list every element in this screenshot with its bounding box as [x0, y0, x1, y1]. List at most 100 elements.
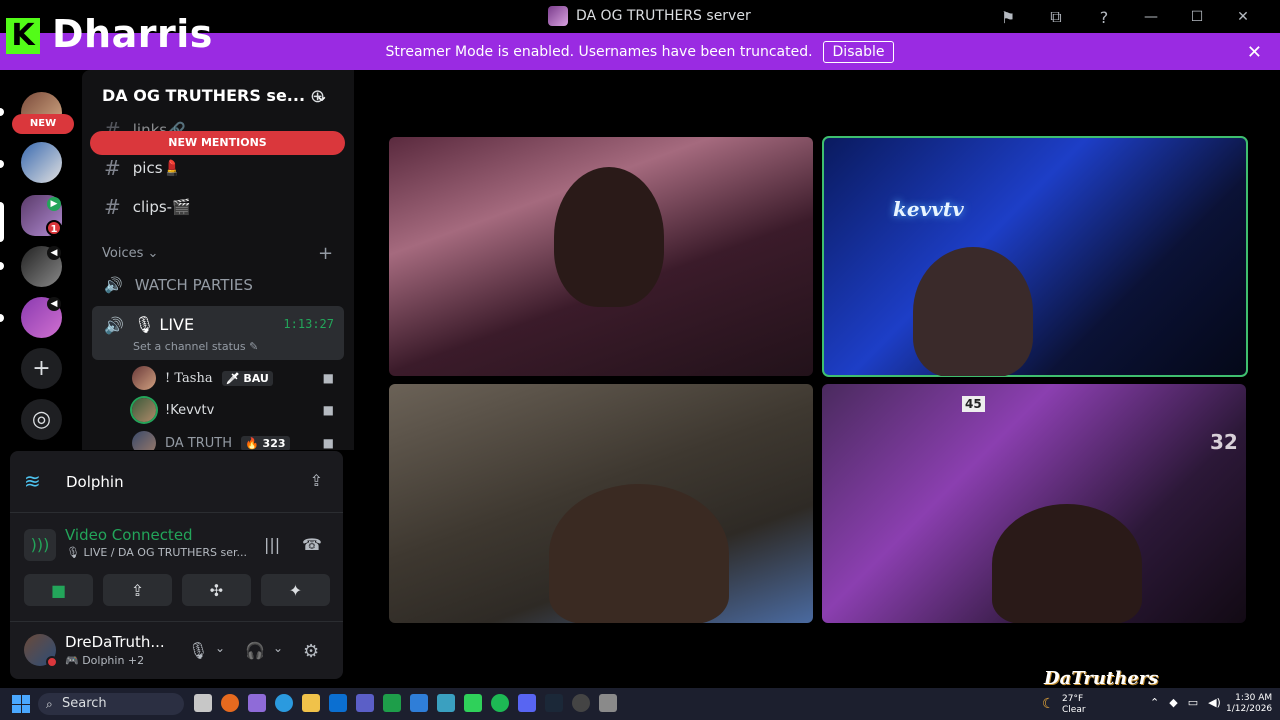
- discord-icon[interactable]: [518, 694, 536, 712]
- voice-channel-watch-parties[interactable]: 🔊 WATCH PARTIES: [104, 276, 253, 294]
- channel-sidebar: DA OG TRUTHERS se... ⌄ ⊕ # links🔗 NEW ME…: [82, 70, 354, 450]
- screen-share-icon[interactable]: ⧉: [1032, 5, 1080, 29]
- avatar-speaking: [132, 398, 156, 422]
- soundboard-button[interactable]: ✦: [261, 574, 330, 606]
- member-name: !Kevvtv: [165, 402, 215, 418]
- video-tile[interactable]: [389, 137, 813, 376]
- server-rail: NEW ▶ 1 ◀ ◀ + ◎: [0, 70, 82, 450]
- signal-strength-icon[interactable]: ))): [24, 529, 56, 561]
- help-icon[interactable]: ?: [1080, 5, 1128, 29]
- avatar: [132, 431, 156, 450]
- connection-status[interactable]: Video Connected: [65, 526, 193, 544]
- add-channel-icon[interactable]: +: [318, 243, 333, 264]
- settings-icon[interactable]: [599, 694, 617, 712]
- member-name: DA TRUTH: [165, 435, 233, 451]
- new-mentions-pill[interactable]: NEW MENTIONS: [90, 131, 345, 155]
- copilot-icon[interactable]: [248, 694, 266, 712]
- excel-icon[interactable]: [383, 694, 401, 712]
- voice-channel-live[interactable]: 🔊 🎙 LIVE 1:13:27 Set a channel status ✎: [92, 306, 344, 360]
- new-unreads-pill[interactable]: NEW: [12, 114, 74, 134]
- set-channel-status[interactable]: Set a channel status ✎: [133, 340, 258, 353]
- weather-temp: 27°F: [1062, 694, 1084, 704]
- teams-icon[interactable]: [356, 694, 374, 712]
- app-icon[interactable]: [464, 694, 482, 712]
- taskbar-apps: [194, 694, 617, 712]
- taskbar-search[interactable]: ⌕ Search: [38, 693, 184, 715]
- unread-pip: [0, 160, 4, 168]
- settings-gear-icon[interactable]: ⚙: [303, 641, 319, 662]
- noise-suppression-icon[interactable]: |||: [264, 535, 280, 554]
- inbox-flag-icon[interactable]: ⚑: [984, 5, 1032, 29]
- discover-compass-icon[interactable]: ◎: [21, 399, 62, 440]
- add-server-icon[interactable]: +: [21, 348, 62, 389]
- microphone-icon[interactable]: 🎙: [188, 641, 208, 660]
- minimize-button[interactable]: —: [1128, 5, 1174, 29]
- activity-row: ≋ Dolphin ⇪: [10, 451, 343, 513]
- participant-silhouette: [554, 167, 664, 307]
- firefox-icon[interactable]: [221, 694, 239, 712]
- speaker-icon: 🔊: [104, 276, 123, 294]
- video-tile[interactable]: [389, 384, 813, 623]
- connection-channel[interactable]: 🎙 LIVE / DA OG TRUTHERS ser...: [66, 546, 247, 559]
- disconnect-icon[interactable]: ☎: [302, 535, 322, 554]
- voice-member[interactable]: DA TRUTH 🔥 323 ■: [132, 431, 334, 450]
- discord-app: DA OG TRUTHERS server ⚑ ⧉ ? — ☐ ✕ K Dhar…: [0, 0, 1280, 689]
- video-tile-speaking[interactable]: kevvtv: [822, 136, 1248, 377]
- video-tile[interactable]: 45 32: [822, 384, 1246, 623]
- app-icon[interactable]: [410, 694, 428, 712]
- network-icon[interactable]: ▭: [1188, 696, 1198, 709]
- camera-icon: ■: [322, 371, 334, 385]
- dolphin-icon: ≋: [24, 469, 41, 493]
- disable-streamer-mode-button[interactable]: Disable: [822, 40, 895, 63]
- system-clock[interactable]: 1:30 AM 1/12/2026: [1226, 693, 1272, 715]
- unread-pip: [0, 108, 4, 116]
- volume-icon[interactable]: ◀): [1208, 696, 1221, 709]
- neon-sign-text: kevvtv: [893, 197, 964, 221]
- maximize-button[interactable]: ☐: [1174, 5, 1220, 29]
- channel-clips[interactable]: # clips-🎬: [104, 195, 191, 219]
- stream-activity-icon[interactable]: ⇪: [310, 471, 323, 490]
- weather-text: 27°F Clear: [1062, 694, 1086, 716]
- call-timer: 1:13:27: [283, 317, 334, 331]
- spotify-icon[interactable]: [491, 694, 509, 712]
- outlook-icon[interactable]: [329, 694, 347, 712]
- banner-close-icon[interactable]: ✕: [1247, 42, 1262, 63]
- wall-sign-text: 45: [962, 396, 985, 412]
- server-icon-2[interactable]: [21, 142, 62, 183]
- voice-member[interactable]: ! Tasha 🗡 BAU ■: [132, 366, 334, 390]
- chevron-down-icon[interactable]: ⌄: [273, 641, 283, 655]
- voices-category[interactable]: Voices ⌄: [102, 246, 158, 261]
- camera-toggle-button[interactable]: ■: [24, 574, 93, 606]
- username[interactable]: DreDaTruth...: [65, 633, 165, 651]
- server-header[interactable]: DA OG TRUTHERS se... ⌄: [102, 86, 328, 105]
- app-icon[interactable]: [437, 694, 455, 712]
- moon-weather-icon: ☾: [1042, 696, 1055, 712]
- file-explorer-icon[interactable]: [302, 694, 320, 712]
- server-icon: [548, 6, 568, 26]
- activities-button[interactable]: ✣: [182, 574, 251, 606]
- obs-icon[interactable]: [572, 694, 590, 712]
- share-screen-button[interactable]: ⇪: [103, 574, 172, 606]
- camera-icon: ■: [322, 436, 334, 450]
- windows-start-icon[interactable]: [12, 695, 30, 713]
- voice-member[interactable]: !Kevvtv ■: [132, 398, 334, 422]
- window-title: DA OG TRUTHERS server: [548, 6, 751, 26]
- steam-icon[interactable]: [545, 694, 563, 712]
- invite-people-icon[interactable]: ⊕: [310, 86, 325, 107]
- chevron-down-icon[interactable]: ⌄: [215, 641, 225, 655]
- unread-pip: [0, 262, 4, 270]
- headphones-icon[interactable]: 🎧: [245, 641, 265, 660]
- edge-icon[interactable]: [275, 694, 293, 712]
- member-tag: 🗡 BAU: [221, 370, 273, 386]
- streamer-name: Dharris: [52, 12, 213, 56]
- close-window-button[interactable]: ✕: [1220, 5, 1266, 29]
- chevron-up-icon[interactable]: ⌃: [1150, 696, 1159, 709]
- participant-silhouette: [992, 504, 1142, 623]
- member-tag: 🔥 323: [241, 435, 290, 450]
- task-view-icon[interactable]: [194, 694, 212, 712]
- hash-icon: #: [104, 195, 121, 219]
- search-icon: ⌕: [46, 697, 53, 711]
- participant-silhouette: [549, 484, 729, 623]
- channel-pics[interactable]: # pics💄: [104, 156, 181, 180]
- tray-app-icon[interactable]: ◆: [1169, 696, 1177, 709]
